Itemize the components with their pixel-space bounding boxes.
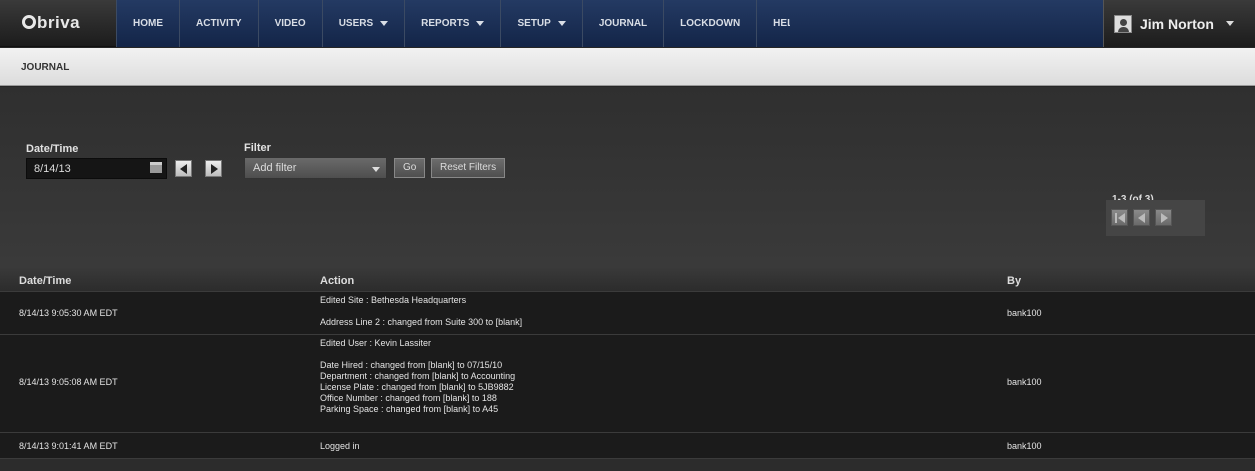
breadcrumb-bar: JOURNAL bbox=[0, 48, 1255, 86]
brivo-logo[interactable]: briva bbox=[22, 13, 80, 33]
chevron-down-icon bbox=[557, 21, 566, 26]
nav-journal[interactable]: JOURNAL bbox=[582, 0, 665, 47]
date-input[interactable]: 8/14/13 bbox=[26, 158, 167, 179]
previous-day-button[interactable] bbox=[175, 160, 192, 177]
row-action: Edited User : Kevin Lassiter Date Hired … bbox=[320, 338, 516, 414]
row-datetime: 8/14/13 9:05:08 AM EDT bbox=[19, 377, 118, 387]
nav-setup[interactable]: SETUP bbox=[501, 0, 583, 47]
row-by: bank100 bbox=[1007, 441, 1042, 451]
column-header-action[interactable]: Action bbox=[320, 275, 354, 287]
chevron-down-icon bbox=[476, 21, 485, 26]
arrow-right-icon bbox=[211, 164, 218, 174]
top-bar: briva HOME ACTIVITY VIDEO USERS REPORTS … bbox=[0, 0, 1255, 47]
row-datetime: 8/14/13 9:01:41 AM EDT bbox=[19, 441, 118, 451]
chevron-down-icon bbox=[372, 167, 380, 172]
arrow-left-icon bbox=[1138, 213, 1145, 223]
column-header-datetime[interactable]: Date/Time bbox=[19, 275, 71, 287]
nav-home[interactable]: HOME bbox=[116, 0, 180, 47]
column-header-by[interactable]: By bbox=[1007, 275, 1021, 287]
nav-video[interactable]: VIDEO bbox=[258, 0, 323, 47]
nav-activity[interactable]: ACTIVITY bbox=[180, 0, 259, 47]
breadcrumb: JOURNAL bbox=[21, 62, 70, 73]
filter-panel: Date/Time 8/14/13 Filter Add filter Go R… bbox=[0, 87, 1255, 267]
calendar-icon[interactable] bbox=[150, 162, 162, 173]
arrow-left-icon bbox=[180, 164, 187, 174]
user-name: Jim Norton bbox=[1140, 15, 1214, 32]
table-footer bbox=[0, 458, 1255, 471]
journal-table-header: Date/Time Action By bbox=[0, 267, 1255, 291]
nav-lockdown[interactable]: LOCKDOWN bbox=[664, 0, 758, 47]
user-menu[interactable]: Jim Norton bbox=[1103, 0, 1255, 47]
user-avatar-icon bbox=[1114, 14, 1132, 33]
go-button[interactable]: Go bbox=[394, 158, 426, 178]
table-row[interactable]: 8/14/13 9:01:41 AM EDT Logged in bank100 bbox=[0, 432, 1255, 458]
table-row[interactable]: 8/14/13 9:05:08 AM EDT Edited User : Kev… bbox=[0, 334, 1255, 432]
row-action: Logged in bbox=[320, 441, 360, 451]
nav-spacer bbox=[790, 0, 1103, 47]
previous-page-button[interactable] bbox=[1133, 209, 1150, 226]
pager bbox=[1106, 200, 1205, 236]
row-action: Edited Site : Bethesda Headquarters Addr… bbox=[320, 295, 523, 327]
chevron-down-icon bbox=[380, 21, 389, 26]
date-label: Date/Time bbox=[26, 143, 79, 155]
add-filter-select[interactable]: Add filter bbox=[244, 157, 387, 179]
nav-users[interactable]: USERS bbox=[322, 0, 406, 47]
chevron-down-icon bbox=[1225, 21, 1234, 26]
journal-page: briva HOME ACTIVITY VIDEO USERS REPORTS … bbox=[0, 0, 1255, 471]
first-page-icon bbox=[1115, 213, 1117, 223]
main-nav: HOME ACTIVITY VIDEO USERS REPORTS SETUP … bbox=[116, 0, 817, 47]
first-page-button[interactable] bbox=[1111, 209, 1128, 226]
add-filter-text: Add filter bbox=[253, 162, 297, 174]
row-datetime: 8/14/13 9:05:30 AM EDT bbox=[19, 308, 118, 318]
reset-filters-button[interactable]: Reset Filters bbox=[431, 158, 506, 178]
filter-label: Filter bbox=[244, 142, 271, 154]
row-by: bank100 bbox=[1007, 377, 1042, 387]
next-page-button[interactable] bbox=[1155, 209, 1172, 226]
arrow-right-icon bbox=[1161, 213, 1168, 223]
next-day-button[interactable] bbox=[205, 160, 222, 177]
nav-reports[interactable]: REPORTS bbox=[405, 0, 502, 47]
table-row[interactable]: 8/14/13 9:05:30 AM EDT Edited Site : Bet… bbox=[0, 291, 1255, 334]
row-by: bank100 bbox=[1007, 308, 1042, 318]
